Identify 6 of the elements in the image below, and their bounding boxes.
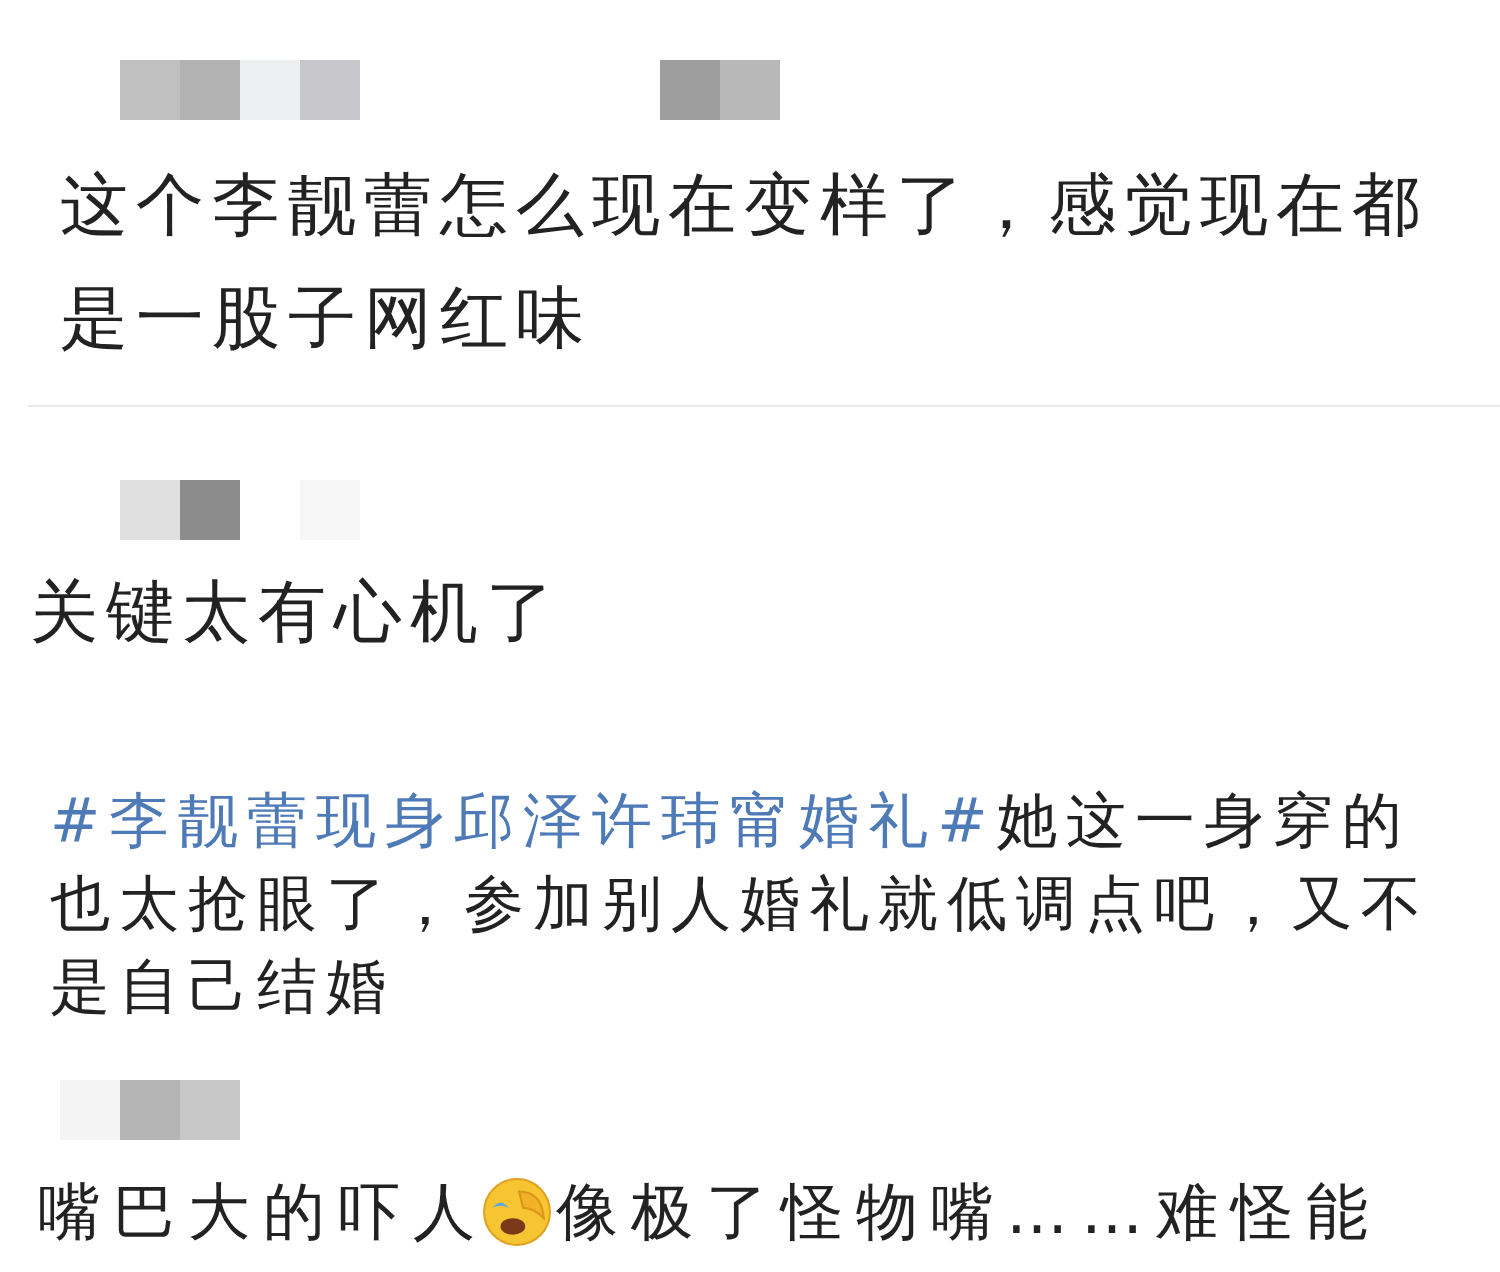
comment-text: #李靓蕾现身邱泽许玮甯婚礼#她这一身穿的也太抢眼了，参加别人婚礼就低调点吧，又不是自己结婚 (50, 784, 1431, 1023)
comment-text: 关键太有心机了 (30, 571, 563, 653)
comment-text: 像极了怪物嘴……难怪能 (556, 1174, 1381, 1250)
comment-text: 这个李靓蕾怎么现在变样了，感觉现在都是一股子网红味 (60, 164, 1429, 359)
comment-text: 嘴巴大的吓人 (38, 1174, 488, 1250)
hashtag-link[interactable]: #李靓蕾现身邱泽许玮甯婚礼# (50, 785, 997, 855)
